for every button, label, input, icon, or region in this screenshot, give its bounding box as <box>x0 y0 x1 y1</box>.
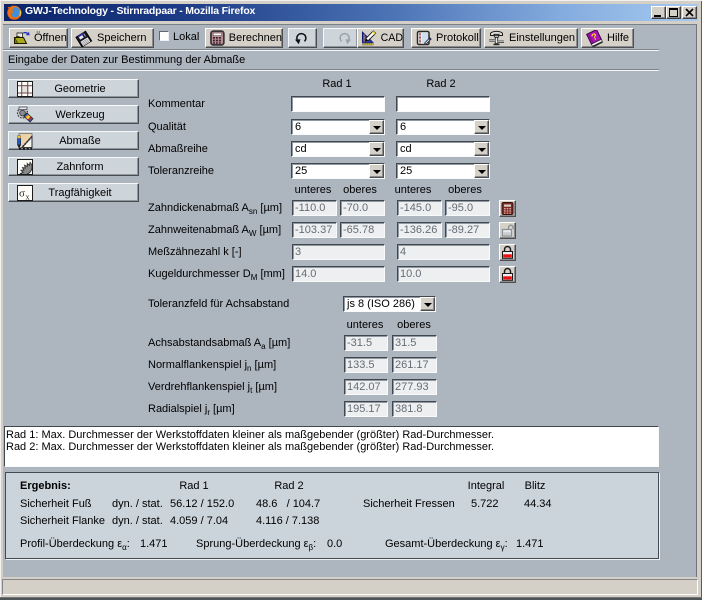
svg-text:σ: σ <box>19 188 25 200</box>
